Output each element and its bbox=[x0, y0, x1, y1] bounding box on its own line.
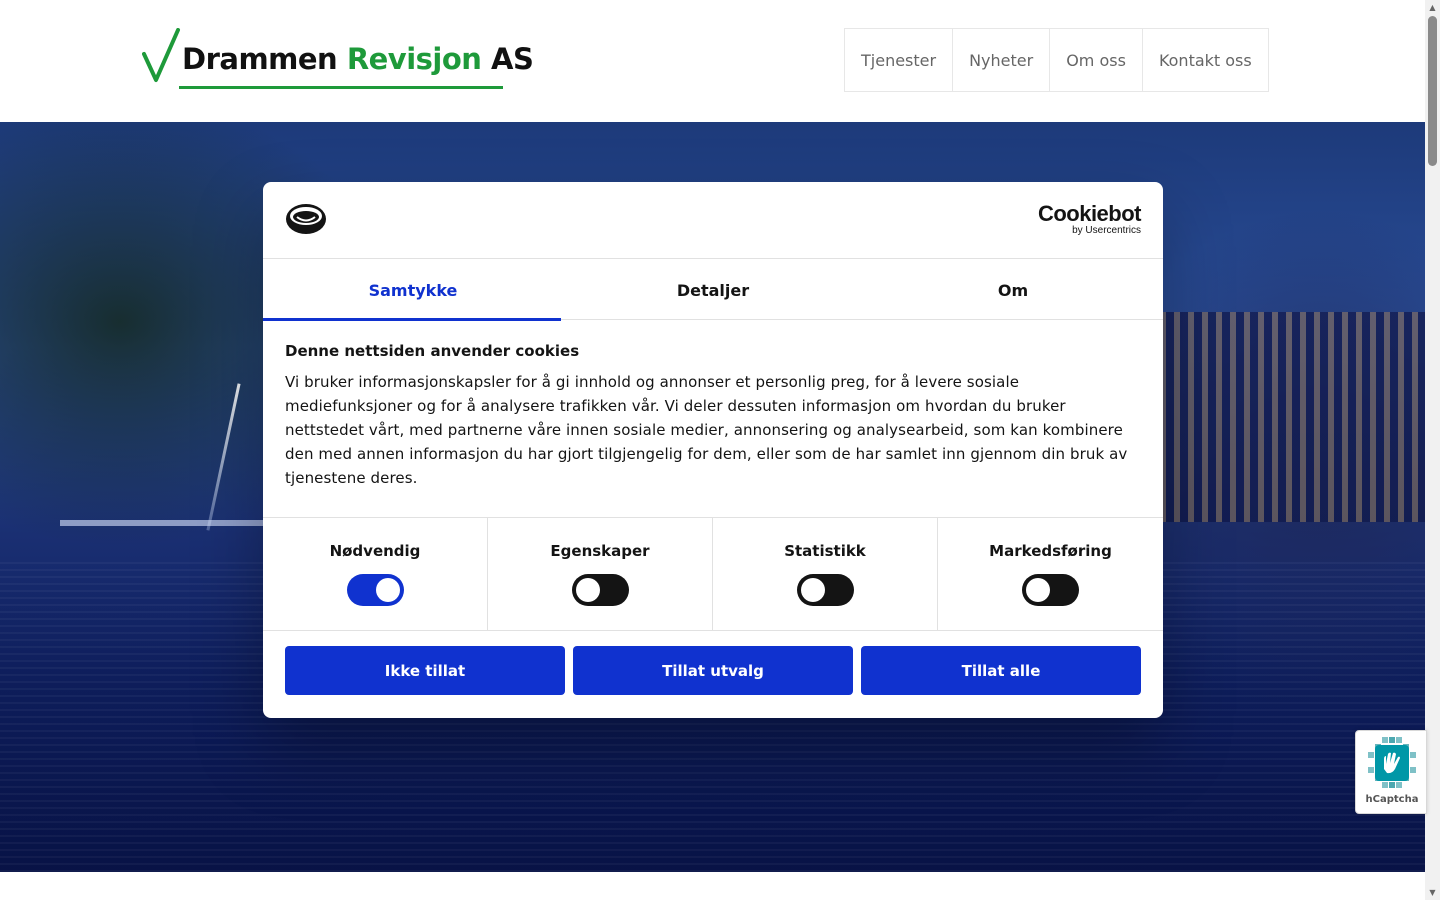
toggle-label-egenskaper: Egenskaper bbox=[550, 542, 650, 560]
toggle-label-markedsforing: Markedsføring bbox=[989, 542, 1112, 560]
cookiebot-name: Cookiebot bbox=[1037, 201, 1142, 226]
hcaptcha-icon bbox=[1367, 737, 1417, 789]
toggle-markedsforing[interactable] bbox=[1022, 574, 1079, 606]
toggle-statistikk[interactable] bbox=[796, 574, 854, 606]
toggle-cell-statistikk: Statistikk bbox=[713, 518, 938, 631]
nav-item-tjenester[interactable]: Tjenester bbox=[845, 29, 954, 91]
hero-lightning bbox=[206, 383, 241, 531]
cookie-dialog-buttons: Ikke tillat Tillat utvalg Tillat alle bbox=[285, 646, 1141, 695]
tab-samtykke[interactable]: Samtykke bbox=[263, 260, 563, 321]
logo-text: Drammen Revisjon AS bbox=[182, 42, 534, 76]
site-header: Drammen Revisjon AS Tjenester Nyheter Om… bbox=[0, 0, 1425, 122]
toggle-knob bbox=[1026, 578, 1050, 602]
main-nav: Tjenester Nyheter Om oss Kontakt oss bbox=[844, 28, 1269, 92]
cookie-dialog-tabs: Samtykke Detaljer Om bbox=[263, 260, 1163, 321]
nav-item-om-oss[interactable]: Om oss bbox=[1050, 29, 1143, 91]
page-content-area bbox=[0, 872, 1425, 900]
allow-all-button[interactable]: Tillat alle bbox=[861, 646, 1141, 695]
cookie-dialog-body: Denne nettsiden anvender cookies Vi bruk… bbox=[285, 342, 1141, 490]
cookiebot-brand[interactable]: Cookiebot by Usercentrics bbox=[1037, 201, 1142, 236]
toggle-label-statistikk: Statistikk bbox=[784, 542, 866, 560]
toggle-knob bbox=[800, 578, 825, 602]
checkmark-icon bbox=[142, 28, 180, 82]
nav-item-nyheter[interactable]: Nyheter bbox=[953, 29, 1051, 91]
logo-underline bbox=[179, 86, 503, 89]
logo-word-as: AS bbox=[491, 42, 534, 76]
toggle-nodvendig[interactable] bbox=[346, 574, 404, 606]
toggle-cell-markedsforing: Markedsføring bbox=[938, 518, 1163, 631]
scroll-down-arrow-icon[interactable]: ▼ bbox=[1425, 885, 1440, 900]
deny-button[interactable]: Ikke tillat bbox=[285, 646, 565, 695]
toggle-label-nodvendig: Nødvendig bbox=[329, 542, 421, 560]
toggle-knob bbox=[375, 578, 400, 602]
cookie-category-toggles: Nødvendig Egenskaper Statistikk Markedsf… bbox=[263, 517, 1163, 631]
allow-selection-button[interactable]: Tillat utvalg bbox=[573, 646, 853, 695]
toggle-egenskaper[interactable] bbox=[571, 574, 629, 606]
cookiebot-sub: by Usercentrics bbox=[1072, 225, 1141, 236]
toggle-knob bbox=[575, 578, 600, 602]
scroll-up-arrow-icon[interactable]: ▲ bbox=[1425, 0, 1440, 15]
hero-building bbox=[1160, 312, 1425, 522]
tab-detaljer[interactable]: Detaljer bbox=[563, 260, 863, 320]
logo-word-drammen: Drammen bbox=[182, 42, 338, 76]
toggle-cell-egenskaper: Egenskaper bbox=[488, 518, 713, 631]
cookie-icon bbox=[285, 202, 327, 240]
cookie-dialog-title: Denne nettsiden anvender cookies bbox=[285, 342, 580, 360]
page-scrollbar[interactable]: ▲ ▼ bbox=[1425, 0, 1440, 900]
cookie-dialog-text: Vi bruker informasjonskapsler for å gi i… bbox=[285, 373, 1128, 487]
toggle-cell-nodvendig: Nødvendig bbox=[263, 518, 488, 631]
logo-word-revisjon: Revisjon bbox=[346, 42, 482, 76]
site-logo[interactable]: Drammen Revisjon AS bbox=[142, 28, 534, 92]
scroll-thumb[interactable] bbox=[1428, 16, 1437, 166]
cookie-consent-dialog: Cookiebot by Usercentrics Samtykke Detal… bbox=[263, 182, 1163, 718]
hcaptcha-badge[interactable]: hCaptcha bbox=[1355, 730, 1427, 814]
nav-item-kontakt-oss[interactable]: Kontakt oss bbox=[1143, 29, 1268, 91]
hcaptcha-label: hCaptcha bbox=[1365, 794, 1419, 805]
tab-om[interactable]: Om bbox=[863, 260, 1163, 320]
cookie-dialog-header: Cookiebot by Usercentrics bbox=[263, 182, 1163, 259]
